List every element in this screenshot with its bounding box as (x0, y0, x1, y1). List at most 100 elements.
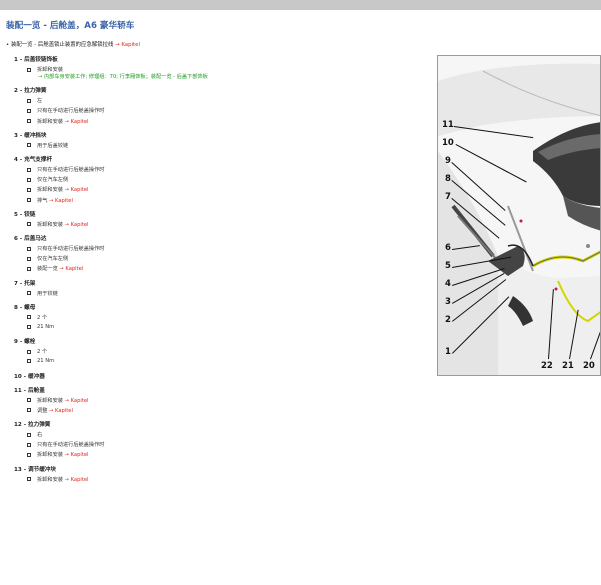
checkbox-icon (27, 222, 31, 227)
label-6: 6 (445, 243, 451, 253)
checkbox-icon (27, 246, 31, 251)
kapitel-link[interactable]: → Kapitel (65, 187, 89, 193)
label-10: 10 (442, 138, 454, 148)
item-number: 3 - (14, 132, 25, 139)
item-sub-line: 21 Nm (27, 358, 54, 364)
item-sub-line: 拆卸和安装 → Kapitel (27, 476, 88, 483)
kapitel-link[interactable]: → Kapitel (65, 477, 89, 483)
item-number: 10 - (14, 373, 29, 380)
item-title: 3 - 缓冲挡块 (14, 131, 47, 139)
kapitel-link[interactable]: → Kapitel (49, 408, 73, 414)
page-title: 装配一览 - 后舱盖，A6 豪华轿车 (6, 21, 135, 31)
item-sub-line: 拆卸和安装 → Kapitel (27, 451, 88, 458)
item-sub-line: 用于后盖铰链 (27, 142, 68, 149)
item-name: 缓冲挡块 (24, 132, 47, 139)
label-9: 9 (445, 156, 451, 166)
intro-text: 装配一览 - 后舱盖锁止装置的应急解锁拉线 (11, 42, 116, 48)
label-8: 8 (445, 174, 451, 184)
item-title: 10 - 缓冲器 (14, 372, 45, 380)
item-sub-line: 只有在手动进行后舱盖操作时 (27, 441, 104, 448)
kapitel-link[interactable]: → Kapitel (65, 452, 89, 458)
item-sub-line: 拆卸和安装 → Kapitel (27, 186, 88, 193)
label-20: 20 (583, 361, 595, 371)
checkbox-icon (27, 198, 31, 203)
intro-link[interactable]: → Kapitel (115, 42, 140, 48)
item-number: 12 - (14, 422, 29, 428)
item-title: 12 - 拉力弹簧 (14, 420, 50, 428)
item-name: 缓冲器 (28, 373, 45, 380)
sub-text: 拆卸和安装 (37, 221, 65, 228)
repair-group-link[interactable]: → 内部车身安装工作; 修理组：70; 行李厢饰板；装配一览 - 后盖下部饰板 (38, 73, 208, 80)
sub-text: 用于后盖铰链 (37, 142, 69, 149)
diagram-drawing (438, 63, 600, 375)
item-number: 2 - (14, 88, 25, 95)
item-number: 9 - (14, 339, 25, 346)
label-5: 5 (445, 261, 451, 271)
item-name: 充气支撑杆 (24, 157, 53, 163)
item-sub-line: 用于铰链 (27, 290, 58, 297)
item-name: 调节缓冲块 (28, 466, 56, 473)
checkbox-icon (27, 349, 31, 354)
item-number: 4 - (14, 157, 25, 163)
checkbox-icon (27, 143, 31, 148)
checkbox-icon (27, 67, 31, 72)
checkbox-icon (27, 291, 31, 296)
item-sub-line: 2 个 (27, 348, 47, 355)
checkbox-icon (27, 452, 31, 457)
label-2: 2 (445, 315, 451, 325)
item-name: 托架 (24, 280, 36, 287)
sub-text: 21 Nm (37, 358, 55, 365)
kapitel-link[interactable]: → Kapitel (49, 198, 73, 204)
intro-line: • 装配一览 - 后舱盖锁止装置的应急解锁拉线 → Kapitel (6, 40, 140, 48)
item-sub-line: 装配一览 → Kapitel (27, 265, 83, 272)
sub-text: 拆卸和安装 (37, 118, 65, 125)
item-name: 螺栓 (24, 339, 36, 346)
checkbox-icon (27, 324, 31, 329)
label-3: 3 (445, 297, 451, 307)
kapitel-link[interactable]: → Kapitel (59, 266, 83, 272)
label-4: 4 (445, 279, 451, 289)
item-sub-line: 排气 → Kapitel (27, 197, 73, 204)
sub-text: 拆卸和安装 (37, 476, 65, 483)
sub-text: 2 个 (37, 349, 48, 356)
sub-text: 只有在手动进行后舱盖操作时 (37, 442, 105, 449)
item-name: 后舱盖 (28, 387, 45, 394)
item-title: 7 - 托架 (14, 279, 35, 287)
checkbox-icon (27, 315, 31, 320)
item-title: 11 - 后舱盖 (14, 386, 45, 394)
item-sub-line: 拆卸和安装 → Kapitel (27, 397, 88, 404)
sub-text: 仅在汽车左侧 (37, 256, 69, 263)
sub-text: 只有在手动进行后舱盖操作时 (37, 108, 105, 115)
sub-text: 仅在汽车左侧 (37, 177, 69, 184)
label-11: 11 (442, 120, 454, 130)
item-title: 5 - 铰链 (14, 210, 35, 218)
item-number: 1 - (14, 57, 25, 63)
checkbox-icon (27, 398, 31, 403)
item-number: 8 - (14, 304, 25, 311)
item-sub-line: 21 Nm (27, 324, 54, 330)
exploded-diagram: 11 10 9 8 7 6 5 4 3 2 1 22 21 20 (437, 55, 601, 376)
item-number: 7 - (14, 280, 25, 287)
sub-text: 用于铰链 (37, 290, 58, 297)
item-number: 11 - (14, 387, 29, 394)
sub-text: 调整 (37, 407, 50, 414)
sub-text: 2 个 (37, 314, 48, 321)
item-number: 13 - (14, 466, 29, 473)
item-title: 2 - 拉力弹簧 (14, 86, 47, 94)
checkbox-icon (27, 432, 31, 437)
item-name: 拉力弹簧 (24, 88, 47, 95)
item-sub-line: 仅在汽车左侧 (27, 255, 68, 262)
sub-text: 拆卸和安装 (37, 187, 65, 194)
sub-text: 21 Nm (37, 324, 55, 330)
sub-text: 只有在手动进行后舱盖操作时 (37, 167, 105, 173)
kapitel-link[interactable]: → Kapitel (65, 222, 89, 228)
item-sub-line: 只有在手动进行后舱盖操作时 (27, 245, 104, 252)
kapitel-link[interactable]: → Kapitel (65, 398, 89, 404)
checkbox-icon (27, 442, 31, 447)
kapitel-link[interactable]: → Kapitel (65, 119, 89, 125)
checkbox-icon (27, 408, 31, 413)
label-1: 1 (445, 347, 451, 357)
label-22: 22 (541, 361, 553, 371)
checkbox-icon (27, 108, 31, 113)
item-number: 5 - (14, 211, 25, 218)
